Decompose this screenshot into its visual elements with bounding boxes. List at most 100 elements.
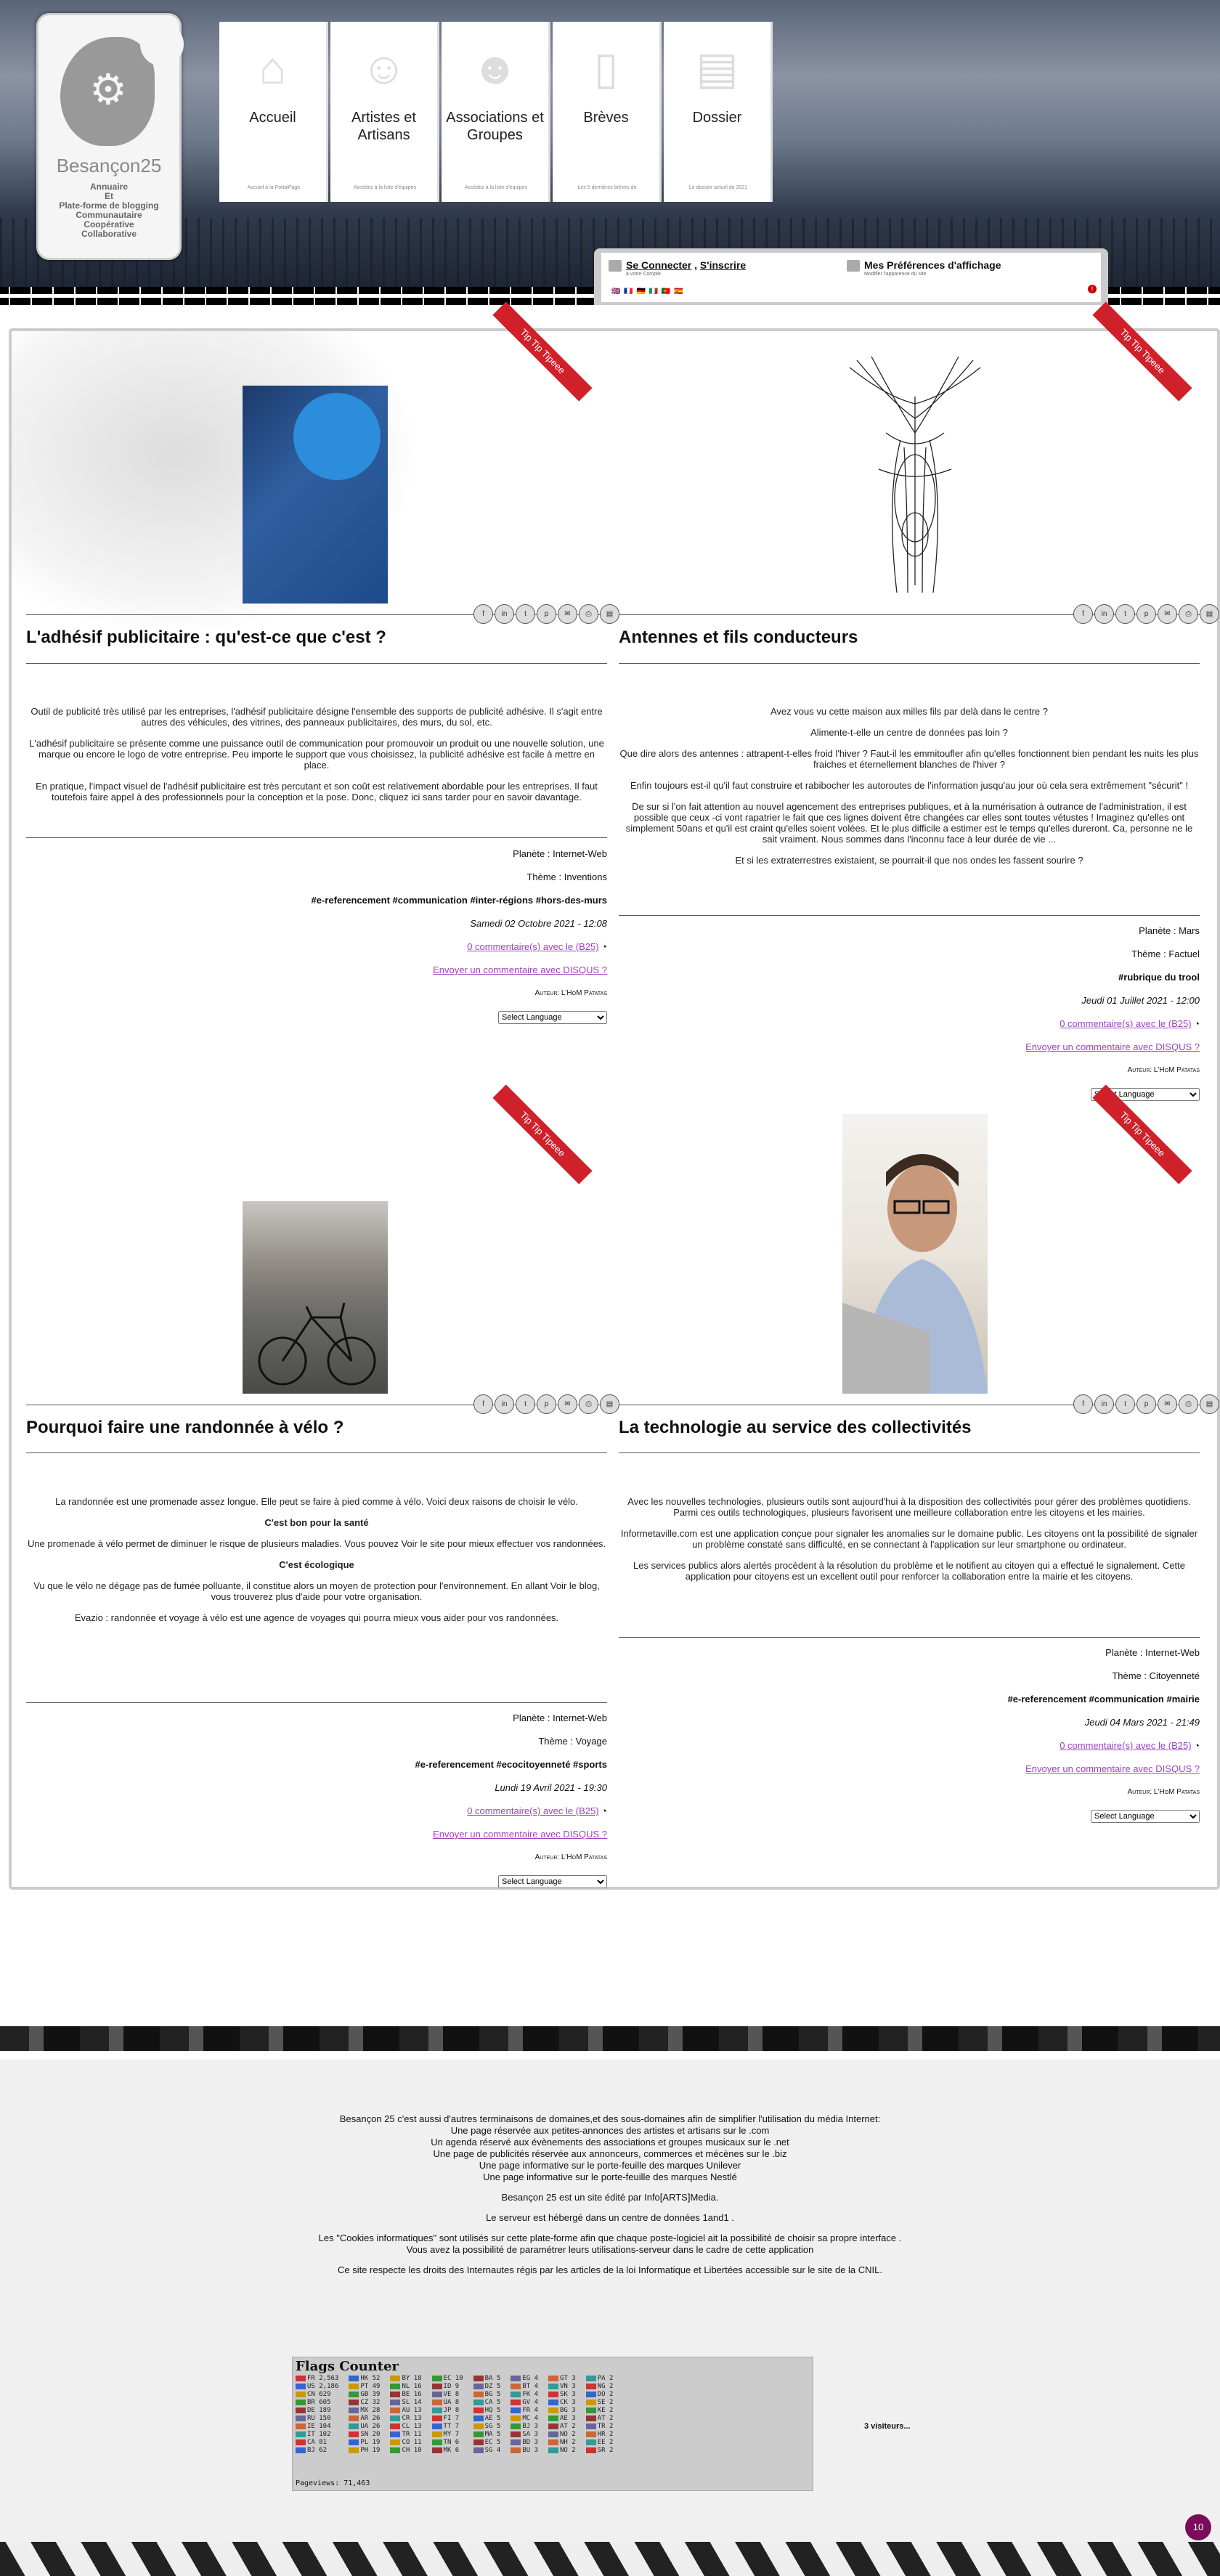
linkedin-icon[interactable]: in: [1094, 604, 1114, 624]
article-body: Outil de publicité très utilisé par les …: [29, 706, 604, 803]
language-select[interactable]: Select Language: [498, 1011, 607, 1024]
twitter-icon[interactable]: t: [1115, 604, 1135, 624]
article-image[interactable]: [842, 1114, 988, 1394]
email-icon[interactable]: ✉: [558, 1394, 577, 1414]
language-select[interactable]: Select Language: [498, 1875, 607, 1888]
footer-server[interactable]: Le serveur est hébergé dans un centre de…: [0, 2212, 1220, 2224]
disqus-link[interactable]: Envoyer un commentaire avec DISQUS ?: [433, 964, 607, 975]
flag-icon: [349, 2399, 359, 2405]
linkedin-icon[interactable]: in: [495, 604, 514, 624]
flag-icon: [296, 2423, 306, 2429]
account-sub: à votre Compte: [626, 272, 661, 277]
comments-link[interactable]: 0 commentaire(s) avec le (B25): [1060, 1740, 1191, 1751]
facebook-icon[interactable]: f: [1073, 604, 1093, 624]
disqus-link[interactable]: Envoyer un commentaire avec DISQUS ?: [433, 1829, 607, 1840]
date: Jeudi 04 Mars 2021 - 21:49: [1084, 1717, 1200, 1728]
twitter-icon[interactable]: t: [1115, 1394, 1135, 1414]
print-icon[interactable]: ⎙: [579, 604, 598, 624]
footer-line[interactable]: Une page de publicités réservée aux anno…: [0, 2148, 1220, 2160]
comments-link[interactable]: 0 commentaire(s) avec le (B25): [467, 1805, 598, 1816]
pinterest-icon[interactable]: p: [537, 1394, 556, 1414]
flag-icon: [511, 2447, 521, 2453]
flag-entry: SL 14: [390, 2399, 422, 2407]
notification-badge[interactable]: 10: [1185, 2514, 1211, 2540]
theme: Thème : Voyage: [538, 1736, 607, 1747]
footer-text: Besançon 25 c'est aussi d'autres termina…: [0, 2113, 1220, 2285]
site-footer: Besançon 25 c'est aussi d'autres termina…: [0, 2026, 1220, 2576]
twitter-icon[interactable]: t: [516, 604, 535, 624]
flag-icon: [431, 2407, 442, 2413]
linkedin-icon[interactable]: in: [1094, 1394, 1114, 1414]
nav-artistes[interactable]: ☺ Artistes et Artisans Accédez à la list…: [330, 22, 439, 202]
nav-accueil[interactable]: ⌂ Accueil Accueil à la PortalPage: [219, 22, 328, 202]
print-icon[interactable]: ⎙: [1179, 1394, 1198, 1414]
footer-cookies[interactable]: Les "Cookies informatiques" sont utilisé…: [0, 2232, 1220, 2244]
nav-breves[interactable]: ▯ Brèves Les 5 dernières brèves de: [553, 22, 662, 202]
comments-link[interactable]: 0 commentaire(s) avec le (B25): [467, 941, 598, 952]
email-icon[interactable]: ✉: [558, 604, 577, 624]
article-meta: Planète : Internet-Web Thème : Invention…: [26, 848, 607, 1036]
pinterest-icon[interactable]: p: [537, 604, 556, 624]
article-title[interactable]: La technologie au service des collectivi…: [619, 1418, 1200, 1438]
flag-entry: BJ 62: [296, 2447, 338, 2455]
preferences-link[interactable]: Mes Préférences d'affichage: [864, 259, 1001, 271]
connect-link[interactable]: Se Connecter: [626, 259, 691, 271]
language-flags[interactable]: 🇬🇧 🇫🇷 🇩🇪 🇮🇹 🇵🇹 🇪🇸: [611, 288, 684, 296]
pinterest-icon[interactable]: p: [1136, 1394, 1156, 1414]
footer-cnil[interactable]: Ce site respecte les droits des Internau…: [0, 2264, 1220, 2276]
email-icon[interactable]: ✉: [1158, 1394, 1177, 1414]
nav-dossier[interactable]: ▤ Dossier Le dossier actuel de 2021: [664, 22, 773, 202]
article-title[interactable]: Pourquoi faire une randonnée à vélo ?: [26, 1418, 607, 1438]
tipeee-ribbon[interactable]: Tip Tip Tipeee: [1092, 301, 1192, 402]
footer-editor[interactable]: Besançon 25 est un site édité par Info[A…: [0, 2192, 1220, 2203]
flag-entry: UA 8: [431, 2399, 463, 2407]
flag-icon: [473, 2423, 484, 2429]
print-icon[interactable]: ⎙: [1179, 604, 1198, 624]
email-icon[interactable]: ✉: [1158, 604, 1177, 624]
flag-entry: TR 11: [390, 2431, 422, 2439]
footer-line[interactable]: Une page informative sur le porte-feuill…: [0, 2171, 1220, 2183]
warning-icon[interactable]: !: [1088, 285, 1097, 293]
flag-icon: [431, 2383, 442, 2389]
site-logo[interactable]: Besançon25 Annuaire Et Plate-forme de bl…: [36, 13, 184, 260]
flag-icon: [296, 2391, 306, 2397]
article-image[interactable]: [842, 353, 988, 604]
article-title[interactable]: Antennes et fils conducteurs: [619, 627, 1200, 648]
tipeee-ribbon[interactable]: Tip Tip Tipeee: [492, 301, 593, 402]
flag-icon: [585, 2399, 596, 2405]
facebook-icon[interactable]: f: [473, 604, 493, 624]
flag-entry: NO 2: [548, 2431, 576, 2439]
footer-line[interactable]: Une page réservée aux petites-annonces d…: [0, 2125, 1220, 2137]
flag-entry: BR 605: [296, 2399, 338, 2407]
flag-icon: [473, 2399, 484, 2405]
pdf-icon[interactable]: ▤: [1200, 604, 1219, 624]
footer-cookies-2[interactable]: Vous avez la possibilité de paramétrer l…: [0, 2244, 1220, 2256]
comments-link[interactable]: 0 commentaire(s) avec le (B25): [1060, 1018, 1191, 1029]
pinterest-icon[interactable]: p: [1136, 604, 1156, 624]
nav-associations[interactable]: ☻ Associations et Groupes Accédez à la l…: [442, 22, 550, 202]
divider: [26, 663, 607, 664]
disqus-link[interactable]: Envoyer un commentaire avec DISQUS ?: [1025, 1763, 1200, 1774]
flags-counter[interactable]: Flags Counter FR 2,563 US 2,186 CN 629 BR 6…: [292, 2357, 813, 2491]
flag-icon: [585, 2407, 596, 2413]
pdf-icon[interactable]: ▤: [1200, 1394, 1219, 1414]
footer-line[interactable]: Un agenda réservé aux évènements des ass…: [0, 2137, 1220, 2148]
article-image[interactable]: [243, 386, 388, 604]
linkedin-icon[interactable]: in: [495, 1394, 514, 1414]
footer-line[interactable]: Une page informative sur le porte-feuill…: [0, 2160, 1220, 2171]
facebook-icon[interactable]: f: [473, 1394, 493, 1414]
facebook-icon[interactable]: f: [1073, 1394, 1093, 1414]
divider: [26, 1452, 607, 1453]
disqus-link[interactable]: Envoyer un commentaire avec DISQUS ?: [1025, 1041, 1200, 1052]
tags: #e-referencement #ecocitoyenneté #sports: [415, 1759, 607, 1770]
flag-icon: [296, 2447, 306, 2453]
article-body: La randonnée est une promenade assez lon…: [27, 1496, 606, 1623]
flag-column: EG 4 BT 4 FK 4 GV 4 FR 4 MC 4 BJ 3 SA 3 BD 3 BU 3: [511, 2375, 538, 2455]
register-link[interactable]: S'inscrire: [700, 259, 746, 271]
article-title[interactable]: L'adhésif publicitaire : qu'est-ce que c…: [26, 627, 607, 648]
flag-entry: BD 3: [511, 2439, 538, 2447]
print-icon[interactable]: ⎙: [579, 1394, 598, 1414]
twitter-icon[interactable]: t: [516, 1394, 535, 1414]
article-image[interactable]: [243, 1201, 388, 1394]
language-select[interactable]: Select Language: [1091, 1810, 1200, 1823]
